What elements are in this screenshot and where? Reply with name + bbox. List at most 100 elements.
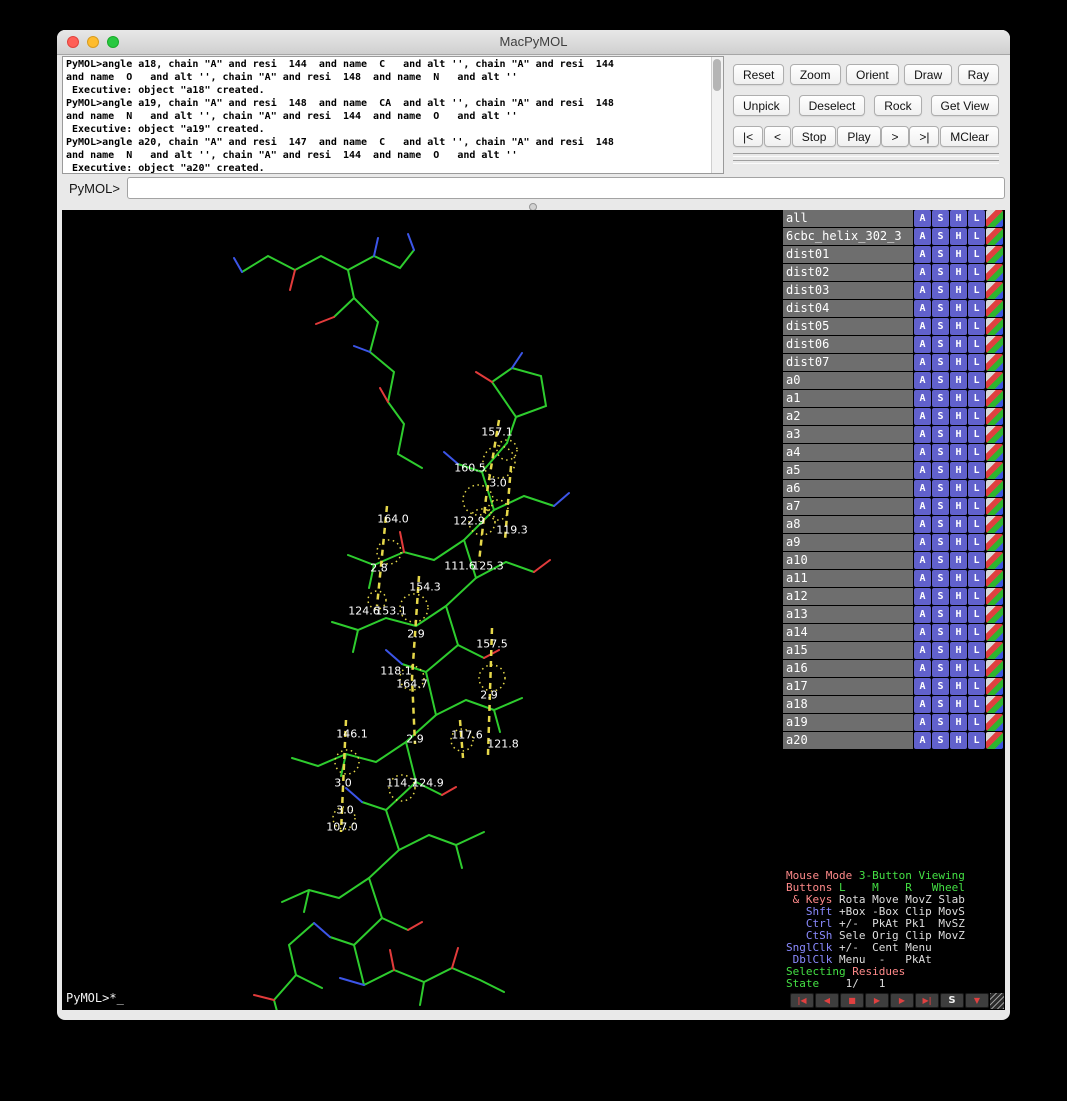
object-s-button[interactable]: S xyxy=(932,696,949,713)
sequence-button[interactable]: S xyxy=(940,993,964,1008)
object-l-button[interactable]: L xyxy=(968,570,985,587)
object-color-button[interactable] xyxy=(986,228,1003,245)
rock-button[interactable]: Rock xyxy=(874,95,921,116)
reset-button[interactable]: Reset xyxy=(733,64,784,85)
object-h-button[interactable]: H xyxy=(950,678,967,695)
object-s-button[interactable]: S xyxy=(932,354,949,371)
zoom-button[interactable]: Zoom xyxy=(790,64,841,85)
console-scrollbar-thumb[interactable] xyxy=(713,59,721,91)
molecular-viewport[interactable]: 157.1160.53.0164.0122.9119.32.8111.6125.… xyxy=(62,210,783,1010)
object-name[interactable]: a20 xyxy=(783,732,913,749)
object-a-button[interactable]: A xyxy=(914,678,931,695)
object-a-button[interactable]: A xyxy=(914,516,931,533)
object-a-button[interactable]: A xyxy=(914,462,931,479)
object-name[interactable]: a11 xyxy=(783,570,913,587)
object-name[interactable]: a1 xyxy=(783,390,913,407)
object-a-button[interactable]: A xyxy=(914,426,931,443)
object-color-button[interactable] xyxy=(986,444,1003,461)
object-l-button[interactable]: L xyxy=(968,462,985,479)
object-a-button[interactable]: A xyxy=(914,408,931,425)
object-s-button[interactable]: S xyxy=(932,336,949,353)
object-s-button[interactable]: S xyxy=(932,264,949,281)
object-h-button[interactable]: H xyxy=(950,660,967,677)
object-h-button[interactable]: H xyxy=(950,408,967,425)
object-s-button[interactable]: S xyxy=(932,732,949,749)
object-name[interactable]: a0 xyxy=(783,372,913,389)
object-color-button[interactable] xyxy=(986,264,1003,281)
object-h-button[interactable]: H xyxy=(950,570,967,587)
object-l-button[interactable]: L xyxy=(968,516,985,533)
object-s-button[interactable]: S xyxy=(932,426,949,443)
object-l-button[interactable]: L xyxy=(968,426,985,443)
object-l-button[interactable]: L xyxy=(968,228,985,245)
object-a-button[interactable]: A xyxy=(914,552,931,569)
object-color-button[interactable] xyxy=(986,570,1003,587)
object-h-button[interactable]: H xyxy=(950,588,967,605)
object-color-button[interactable] xyxy=(986,300,1003,317)
object-h-button[interactable]: H xyxy=(950,372,967,389)
object-h-button[interactable]: H xyxy=(950,210,967,227)
object-h-button[interactable]: H xyxy=(950,552,967,569)
object-h-button[interactable]: H xyxy=(950,462,967,479)
next-frame-button[interactable]: > xyxy=(881,126,908,147)
object-name[interactable]: a9 xyxy=(783,534,913,551)
object-a-button[interactable]: A xyxy=(914,588,931,605)
object-s-button[interactable]: S xyxy=(932,570,949,587)
object-s-button[interactable]: S xyxy=(932,390,949,407)
stop-button[interactable]: Stop xyxy=(792,126,837,147)
object-s-button[interactable]: S xyxy=(932,660,949,677)
object-h-button[interactable]: H xyxy=(950,390,967,407)
object-a-button[interactable]: A xyxy=(914,480,931,497)
object-s-button[interactable]: S xyxy=(932,462,949,479)
object-a-button[interactable]: A xyxy=(914,390,931,407)
object-s-button[interactable]: S xyxy=(932,372,949,389)
unpick-button[interactable]: Unpick xyxy=(733,95,790,116)
ray-button[interactable]: Ray xyxy=(958,64,999,85)
object-s-button[interactable]: S xyxy=(932,714,949,731)
object-l-button[interactable]: L xyxy=(968,660,985,677)
object-color-button[interactable] xyxy=(986,246,1003,263)
object-l-button[interactable]: L xyxy=(968,354,985,371)
first-frame-button[interactable]: |< xyxy=(733,126,763,147)
object-a-button[interactable]: A xyxy=(914,444,931,461)
object-color-button[interactable] xyxy=(986,588,1003,605)
object-color-button[interactable] xyxy=(986,642,1003,659)
object-name[interactable]: a12 xyxy=(783,588,913,605)
object-color-button[interactable] xyxy=(986,336,1003,353)
object-l-button[interactable]: L xyxy=(968,624,985,641)
object-s-button[interactable]: S xyxy=(932,480,949,497)
object-name[interactable]: dist02 xyxy=(783,264,913,281)
object-l-button[interactable]: L xyxy=(968,480,985,497)
object-a-button[interactable]: A xyxy=(914,624,931,641)
object-color-button[interactable] xyxy=(986,534,1003,551)
object-color-button[interactable] xyxy=(986,480,1003,497)
object-l-button[interactable]: L xyxy=(968,606,985,623)
object-h-button[interactable]: H xyxy=(950,534,967,551)
object-s-button[interactable]: S xyxy=(932,624,949,641)
console-scrollbar[interactable] xyxy=(711,57,723,173)
object-h-button[interactable]: H xyxy=(950,264,967,281)
object-l-button[interactable]: L xyxy=(968,318,985,335)
object-h-button[interactable]: H xyxy=(950,696,967,713)
object-a-button[interactable]: A xyxy=(914,318,931,335)
object-l-button[interactable]: L xyxy=(968,714,985,731)
object-l-button[interactable]: L xyxy=(968,444,985,461)
step-back-button[interactable]: ◀ xyxy=(815,993,839,1008)
console-panel[interactable]: PyMOL>angle a18, chain "A" and resi 144 … xyxy=(62,56,724,174)
object-h-button[interactable]: H xyxy=(950,354,967,371)
object-a-button[interactable]: A xyxy=(914,282,931,299)
object-color-button[interactable] xyxy=(986,426,1003,443)
object-name[interactable]: dist06 xyxy=(783,336,913,353)
object-color-button[interactable] xyxy=(986,210,1003,227)
object-color-button[interactable] xyxy=(986,696,1003,713)
object-color-button[interactable] xyxy=(986,408,1003,425)
object-s-button[interactable]: S xyxy=(932,606,949,623)
object-a-button[interactable]: A xyxy=(914,372,931,389)
object-a-button[interactable]: A xyxy=(914,210,931,227)
mclear-button[interactable]: MClear xyxy=(940,126,999,147)
object-name[interactable]: dist07 xyxy=(783,354,913,371)
object-color-button[interactable] xyxy=(986,606,1003,623)
object-h-button[interactable]: H xyxy=(950,246,967,263)
object-s-button[interactable]: S xyxy=(932,444,949,461)
play-button[interactable]: Play xyxy=(837,126,880,147)
